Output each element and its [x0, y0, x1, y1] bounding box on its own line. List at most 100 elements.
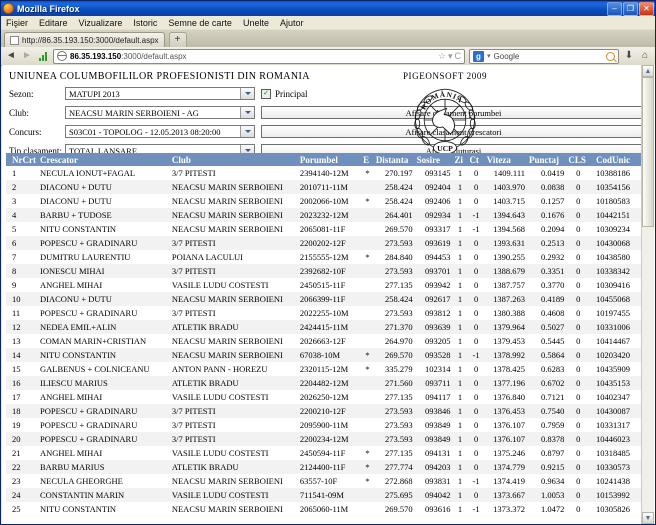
menu-item-edit[interactable]: Editare [39, 18, 74, 28]
cell-porumbel: 2124400-11F [299, 462, 346, 472]
minimize-button[interactable]: – [607, 1, 622, 16]
table-row[interactable]: 9 ANGHEL MIHAI VASILE LUDU COSTESTI 2450515… [6, 278, 642, 292]
table-row[interactable]: 19 POPESCU + GRADINARU 3/7 PITESTI 2095900-… [6, 418, 642, 432]
search-icon[interactable] [606, 51, 615, 61]
reload-icon[interactable]: C [455, 51, 462, 61]
scroll-down-button[interactable]: ▼ [642, 512, 654, 524]
cell-crescator: POPESCU + GRADINARU [40, 434, 138, 444]
cell-porumbel: 2066399-11F [299, 294, 346, 304]
cell-codunic: 10330573 [595, 462, 630, 472]
chevron-down-icon[interactable] [240, 88, 254, 99]
cell-crescator: DIACONU + DUTU [40, 196, 112, 206]
table-row[interactable]: 1 NECULA IONUT+FAGAL 3/7 PITESTI 2394140-12… [6, 166, 642, 180]
new-tab-button[interactable]: + [168, 32, 187, 47]
table-row[interactable]: 20 POPESCU + GRADINARU 3/7 PITESTI 2200234-… [6, 432, 642, 446]
cell-distanta: 335.279 [384, 364, 413, 374]
cell-e [361, 208, 374, 222]
table-row[interactable]: 3 DIACONU + DUTU NEACSU MARIN SERBOIENI 200… [6, 194, 642, 208]
maximize-button[interactable]: ❐ [623, 1, 638, 16]
table-row[interactable]: 25 NITU CONSTANTIN NEACSU MARIN SERBOIENI 2… [6, 502, 642, 516]
downloads-icon[interactable]: ⬇ [623, 50, 635, 62]
chevron-down-icon[interactable]: ▾ [487, 52, 491, 60]
col-crescator[interactable]: Crescator [38, 153, 170, 166]
browser-tab[interactable]: http://86.35.193.150:3000/default.aspx [4, 32, 165, 47]
col-club[interactable]: Club [169, 153, 298, 166]
cell-zi: 1 [457, 252, 463, 262]
scroll-up-button[interactable]: ▲ [642, 65, 654, 77]
col-porumbel[interactable]: Porumbel [297, 153, 362, 166]
table-row[interactable]: 14 NITU CONSTANTIN NEACSU MARIN SERBOIENI 6… [6, 348, 642, 362]
col-zi[interactable]: Zi [452, 153, 468, 166]
table-row[interactable]: 23 NECULA GHEORGHE NEACSU MARIN SERBOIENI 6… [6, 474, 642, 488]
col-viteza[interactable]: Viteza [484, 153, 528, 166]
cell-porumbel: 2424415-11M [299, 322, 349, 332]
cell-punctaj: 0.8378 [541, 434, 565, 444]
cell-club: NEACSU MARIN SERBOIENI [171, 350, 283, 360]
principal-checkbox[interactable]: ✓ [261, 88, 271, 99]
table-row[interactable]: 13 COMAN MARIN+CRISTIAN NEACSU MARIN SERBO… [6, 334, 642, 348]
table-row[interactable]: 24 CONSTANTIN MARIN VASILE LUDU COSTESTI 71… [6, 488, 642, 502]
table-row[interactable]: 2 DIACONU + DUTU NEACSU MARIN SERBOIENI 201… [6, 180, 642, 194]
col-sosire[interactable]: Sosire [414, 153, 453, 166]
menu-item-history[interactable]: Istoric [133, 18, 163, 28]
col-distanta[interactable]: Distanta [373, 153, 415, 166]
table-row[interactable]: 15 GALBENUS + COLNICEANU ANTON PANN - HORE… [6, 362, 642, 376]
table-row[interactable]: 8 IONESCU MIHAI 3/7 PITESTI 2392682-10F 273.… [6, 264, 642, 278]
search-input[interactable]: Google [494, 52, 603, 61]
col-cls[interactable]: CLS [566, 153, 590, 166]
table-row[interactable]: 10 DIACONU + DUTU NEACSU MARIN SERBOIENI 20… [6, 292, 642, 306]
select-sezon[interactable]: MATUPI 2013 [65, 87, 255, 100]
table-row[interactable]: 5 NITU CONSTANTIN NEACSU MARIN SERBOIENI 20… [6, 222, 642, 236]
table-row[interactable]: 18 POPESCU + GRADINARU 3/7 PITESTI 2200210-… [6, 404, 642, 418]
back-arrow-icon[interactable]: ◄ [5, 50, 17, 62]
cell-crescator: IONESCU MIHAI [40, 266, 105, 276]
table-row[interactable]: 6 POPESCU + GRADINARU 3/7 PITESTI 2200202-1… [6, 236, 642, 250]
scrollbar-thumb[interactable] [642, 77, 654, 227]
menu-item-bookmarks[interactable]: Semne de carte [168, 18, 238, 28]
vertical-scrollbar[interactable]: ▲ ▼ [641, 65, 654, 524]
cell-ct: 0 [473, 420, 479, 430]
search-bar[interactable]: g ▾ Google [469, 48, 619, 64]
select-club[interactable]: NEACSU MARIN SERBOIENI - AG [65, 106, 255, 119]
cell-nrcrt: 7 [12, 252, 17, 262]
col-codunic[interactable]: CodUnic [589, 153, 642, 166]
cell-e: * [365, 196, 370, 206]
cell-codunic: 10438580 [595, 252, 630, 262]
table-row[interactable]: 22 BARBU MARIUS ATLETIK BRADU 2124400-11F * 2… [6, 460, 642, 474]
table-row[interactable]: 12 NEDEA EMIL+ALIN ATLETIK BRADU 2424415-11… [6, 320, 642, 334]
cell-sosire: 093942 [424, 280, 451, 290]
table-row[interactable]: 16 ILIESCU MARIUS ATLETIK BRADU 2204482-12M… [6, 376, 642, 390]
forward-arrow-icon[interactable]: ► [21, 50, 33, 62]
cell-nrcrt: 18 [12, 406, 21, 416]
bookmark-star-icon[interactable]: ☆ [438, 51, 446, 62]
menu-item-view[interactable]: Vizualizare [79, 18, 129, 28]
cell-club: NEACSU MARIN SERBOIENI [171, 504, 283, 514]
table-row[interactable]: 17 ANGHEL MIHAI VASILE LUDU COSTESTI 202625… [6, 390, 642, 404]
chevron-down-icon[interactable] [240, 107, 254, 118]
menu-item-help[interactable]: Ajutor [280, 18, 310, 28]
table-row[interactable]: 21 ANGHEL MIHAI VASILE LUDU COSTESTI 245059… [6, 446, 642, 460]
address-bar[interactable]: 86.35.193.150:3000/default.aspx ☆ ▾ C [53, 48, 465, 64]
chevron-down-icon[interactable]: ▾ [448, 51, 453, 62]
col-punctaj[interactable]: Punctaj [527, 153, 567, 166]
cell-crescator: ANGHEL MIHAI [40, 280, 103, 290]
select-concurs[interactable]: S03C01 - TOPOLOG - 12.05.2013 08:20:00 [65, 125, 255, 138]
cell-zi: 1 [457, 224, 463, 234]
col-e[interactable]: E [361, 153, 374, 166]
home-icon[interactable]: ⌂ [639, 50, 651, 62]
cell-zi: 1 [457, 238, 463, 248]
close-button[interactable]: ✕ [639, 1, 654, 16]
table-row[interactable]: 4 BARBU + TUDOSE NEACSU MARIN SERBOIENI 202… [6, 208, 642, 222]
table-row[interactable]: 7 DUMITRU LAURENTIU POIANA LACULUI 2155555-… [6, 250, 642, 264]
cell-viteza: 1394.568 [493, 224, 526, 234]
col-nrcrt[interactable]: NrCrt [6, 153, 38, 166]
chevron-down-icon[interactable] [240, 126, 254, 137]
table-row[interactable]: 11 POPESCU + GRADINARU 3/7 PITESTI 2022255-… [6, 306, 642, 320]
cell-porumbel: 2200202-12F [299, 238, 346, 248]
menu-item-file[interactable]: Fişier [6, 18, 34, 28]
cell-zi: 1 [457, 168, 463, 178]
cell-porumbel: 2200234-12M [299, 434, 349, 444]
col-ct[interactable]: Ct [467, 153, 485, 166]
cell-distanta: 258.424 [384, 294, 413, 304]
menu-item-tools[interactable]: Unelte [243, 18, 275, 28]
